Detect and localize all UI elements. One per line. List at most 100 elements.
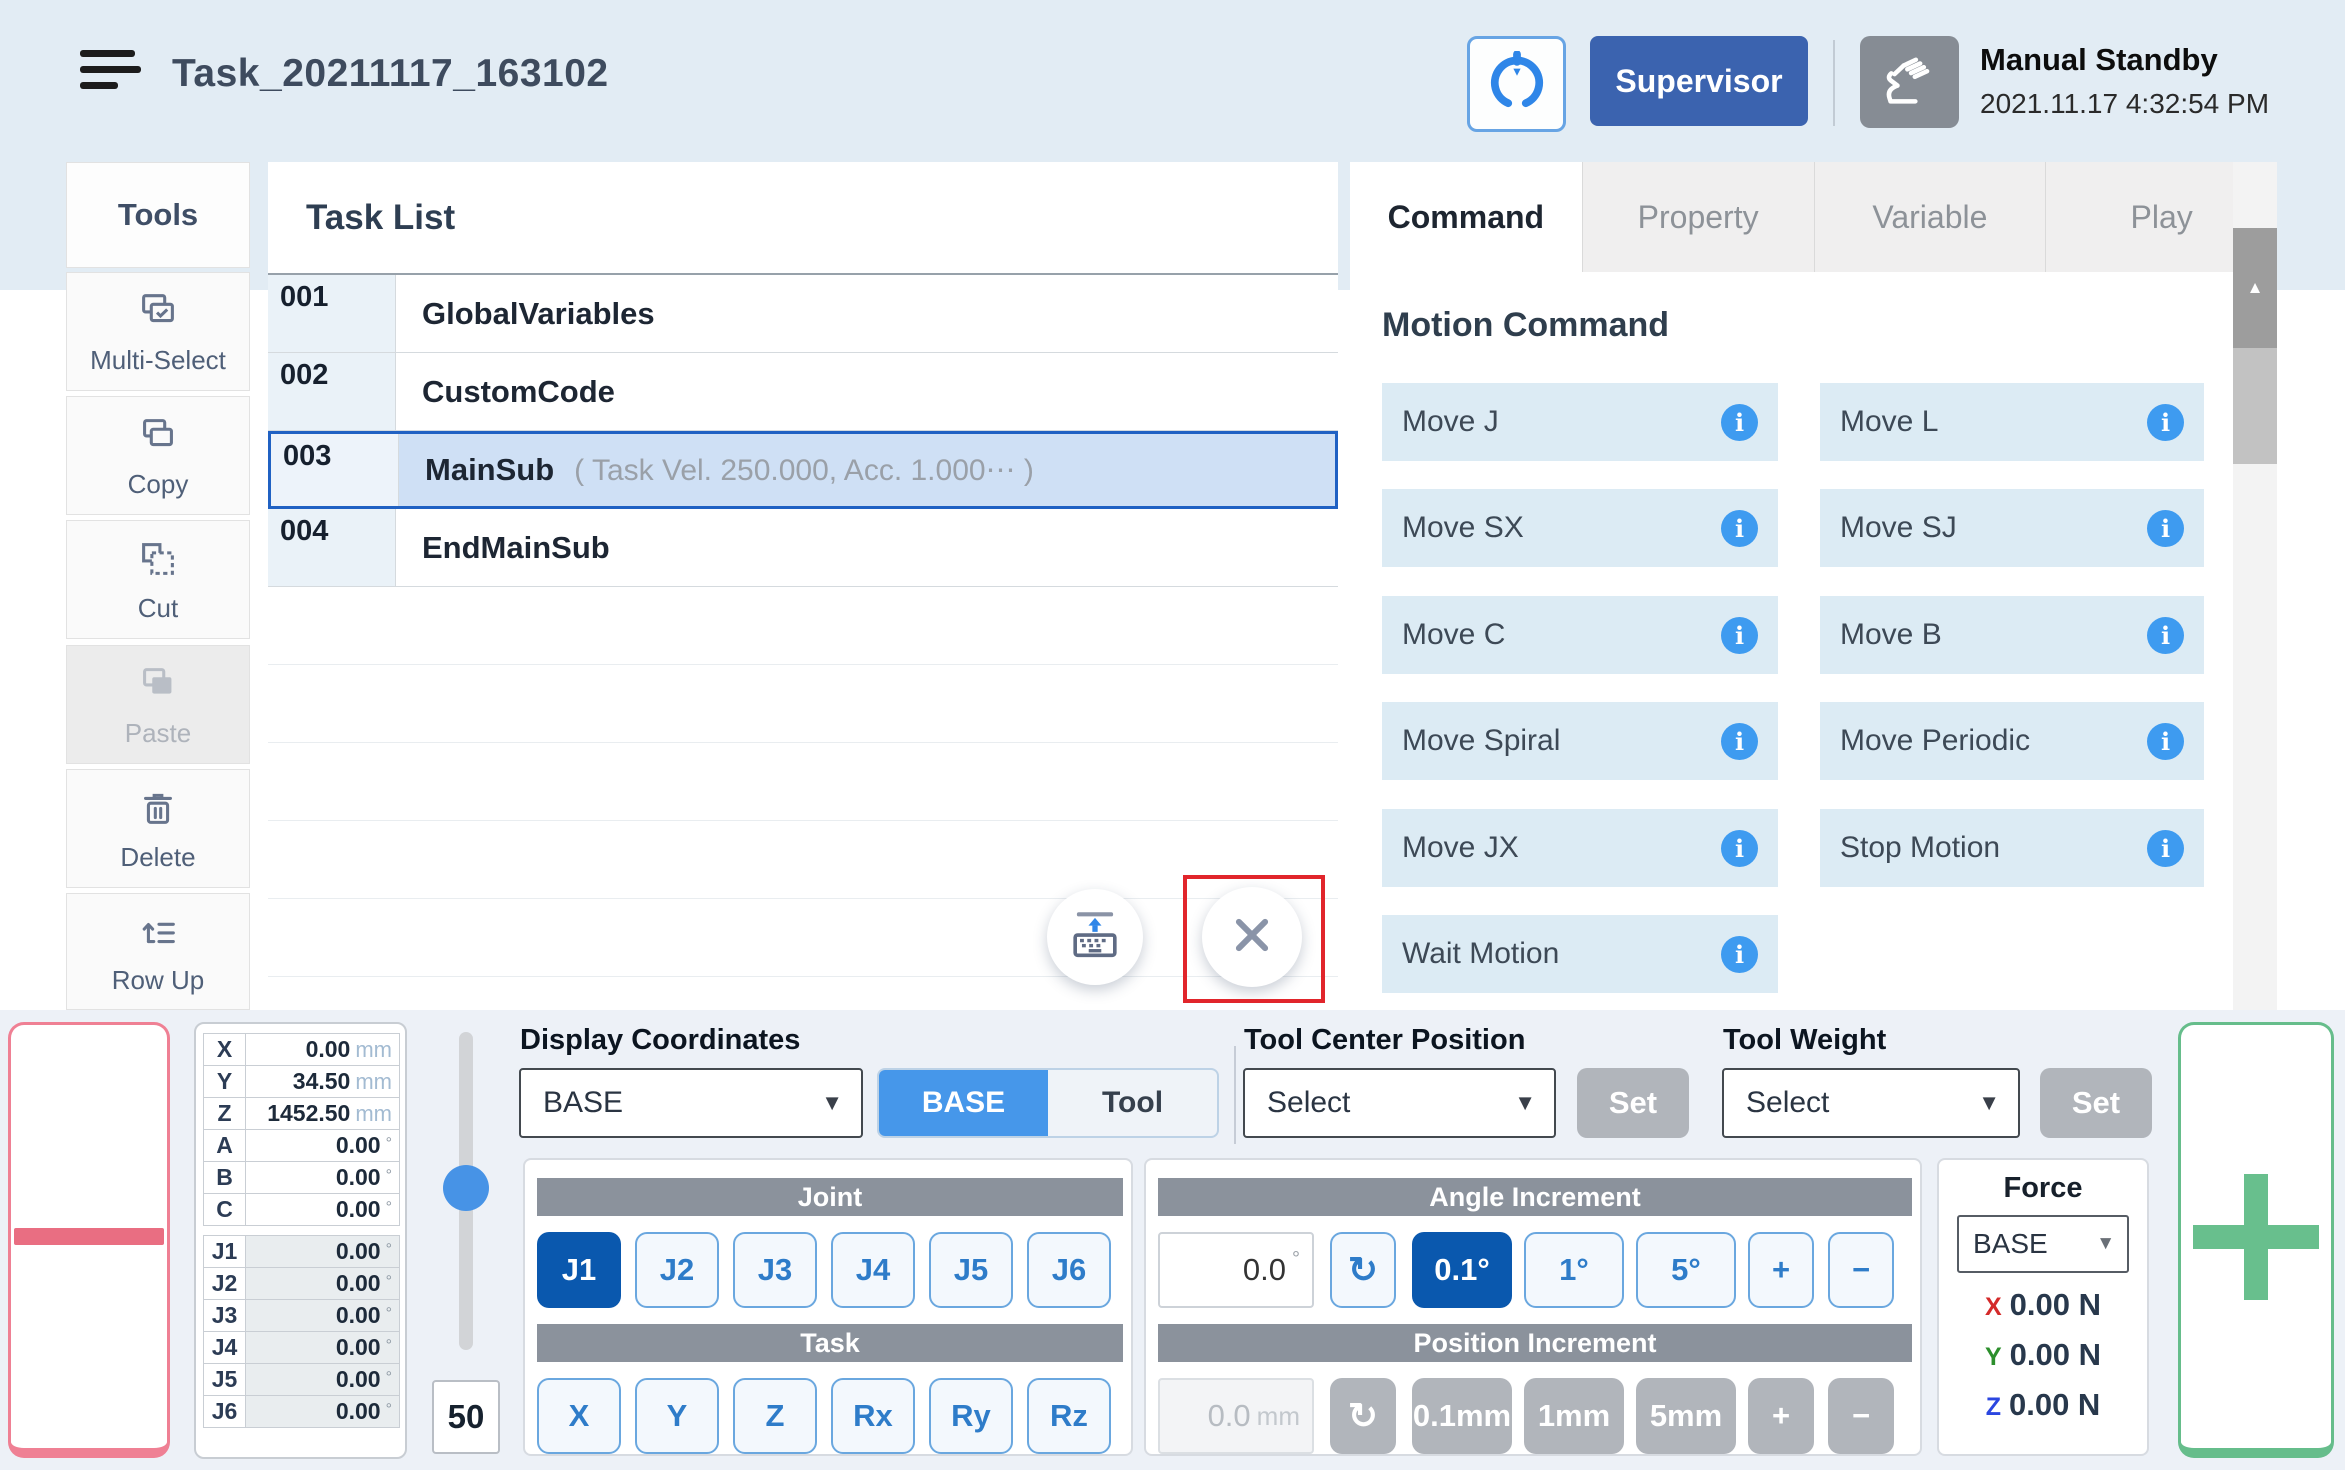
joint-header: Joint bbox=[537, 1178, 1123, 1216]
tool-delete[interactable]: Delete bbox=[66, 769, 250, 888]
info-icon[interactable]: i bbox=[2147, 404, 2184, 441]
scroll-up-icon[interactable]: ▲ bbox=[2233, 228, 2277, 348]
jog-axis-j4[interactable]: J4 bbox=[831, 1232, 915, 1308]
info-icon[interactable]: i bbox=[1721, 723, 1758, 760]
command-move-sj[interactable]: Move SJ i bbox=[1820, 489, 2204, 567]
tab-property[interactable]: Property bbox=[1582, 162, 1814, 272]
hamburger-menu-icon[interactable] bbox=[80, 50, 142, 98]
row-up-icon bbox=[135, 908, 181, 959]
tab-variable[interactable]: Variable bbox=[1814, 162, 2046, 272]
info-icon[interactable]: i bbox=[1721, 617, 1758, 654]
supervisor-button[interactable]: Supervisor bbox=[1590, 36, 1808, 126]
coord-label: J4 bbox=[204, 1332, 246, 1363]
task-row-name: GlobalVariables bbox=[422, 296, 655, 332]
angle-increment-input[interactable]: 0.0 ° bbox=[1158, 1232, 1314, 1308]
jog-axis-rx[interactable]: Rx bbox=[831, 1378, 915, 1454]
info-icon[interactable]: i bbox=[2147, 723, 2184, 760]
angle-increment-5[interactable]: 5° bbox=[1636, 1232, 1736, 1308]
info-icon[interactable]: i bbox=[2147, 510, 2184, 547]
angle-increment-plus-button[interactable]: + bbox=[1748, 1232, 1814, 1308]
tool-cut[interactable]: Cut bbox=[66, 520, 250, 639]
tool-label: Multi-Select bbox=[90, 345, 226, 376]
task-row[interactable]: 004 EndMainSub bbox=[268, 509, 1338, 587]
virtual-keyboard-button[interactable] bbox=[1047, 889, 1143, 985]
display-coordinates-dropdown[interactable]: BASE ▼ bbox=[519, 1068, 863, 1138]
speed-slider-thumb[interactable] bbox=[443, 1165, 489, 1211]
tool-copy[interactable]: Copy bbox=[66, 396, 250, 515]
task-row-detail: ( Task Vel. 250.000, Acc. 1.000⋯ ) bbox=[574, 453, 1034, 488]
coord-label: B bbox=[204, 1162, 246, 1193]
info-icon[interactable]: i bbox=[2147, 830, 2184, 867]
command-scrollbar-thumb[interactable] bbox=[2233, 348, 2277, 464]
command-label: Move L bbox=[1840, 405, 2147, 439]
coord-value: 0.00 bbox=[336, 1366, 381, 1393]
coord-unit: ° bbox=[386, 1273, 392, 1291]
coord-label: J6 bbox=[204, 1396, 246, 1427]
task-row-selected[interactable]: 003 MainSub ( Task Vel. 250.000, Acc. 1.… bbox=[268, 431, 1338, 509]
jog-axis-x[interactable]: X bbox=[537, 1378, 621, 1454]
jog-axis-rz[interactable]: Rz bbox=[1027, 1378, 1111, 1454]
position-increment-header: Position Increment bbox=[1158, 1324, 1912, 1362]
command-move-l[interactable]: Move L i bbox=[1820, 383, 2204, 461]
coord-value: 0.00 bbox=[336, 1164, 381, 1191]
tool-center-position-dropdown[interactable]: Select ▼ bbox=[1243, 1068, 1556, 1138]
jog-axis-j3[interactable]: J3 bbox=[733, 1232, 817, 1308]
task-row[interactable]: 001 GlobalVariables bbox=[268, 275, 1338, 353]
tool-label: Row Up bbox=[112, 965, 204, 996]
info-icon[interactable]: i bbox=[1721, 936, 1758, 973]
command-label: Move SJ bbox=[1840, 511, 2147, 545]
coord-unit: ° bbox=[386, 1401, 392, 1419]
info-icon[interactable]: i bbox=[1721, 404, 1758, 441]
tool-weight-set-button[interactable]: Set bbox=[2040, 1068, 2152, 1138]
angle-increment-minus-button[interactable]: − bbox=[1828, 1232, 1894, 1308]
chevron-down-icon: ▼ bbox=[1514, 1090, 1536, 1116]
gripper-tool-button[interactable] bbox=[1467, 36, 1566, 132]
joint-task-jog-card: Joint J1 J2 J3 J4 J5 J6 Task X Y Z Rx Ry… bbox=[523, 1158, 1133, 1456]
jog-axis-z[interactable]: Z bbox=[733, 1378, 817, 1454]
copy-icon bbox=[135, 412, 181, 463]
command-label: Move Spiral bbox=[1402, 724, 1721, 758]
info-icon[interactable]: i bbox=[1721, 510, 1758, 547]
command-move-j[interactable]: Move J i bbox=[1382, 383, 1778, 461]
jog-minus-button[interactable] bbox=[8, 1022, 170, 1458]
jog-axis-j2[interactable]: J2 bbox=[635, 1232, 719, 1308]
jog-axis-j5[interactable]: J5 bbox=[929, 1232, 1013, 1308]
force-y-readout: Y0.00 N bbox=[1939, 1337, 2147, 1373]
coord-value: 34.50 bbox=[293, 1068, 351, 1095]
force-frame-dropdown[interactable]: BASE ▼ bbox=[1957, 1215, 2129, 1273]
info-icon[interactable]: i bbox=[2147, 617, 2184, 654]
info-icon[interactable]: i bbox=[1721, 830, 1758, 867]
angle-increment-reset-button[interactable]: ↻ bbox=[1330, 1232, 1396, 1308]
command-move-spiral[interactable]: Move Spiral i bbox=[1382, 702, 1778, 780]
angle-increment-1[interactable]: 1° bbox=[1524, 1232, 1624, 1308]
jog-plus-button[interactable] bbox=[2178, 1022, 2334, 1458]
command-label: Stop Motion bbox=[1840, 831, 2147, 865]
command-move-c[interactable]: Move C i bbox=[1382, 596, 1778, 674]
toggle-tool[interactable]: Tool bbox=[1048, 1070, 1217, 1136]
jog-axis-j1[interactable]: J1 bbox=[537, 1232, 621, 1308]
coord-unit: ° bbox=[386, 1369, 392, 1387]
command-move-sx[interactable]: Move SX i bbox=[1382, 489, 1778, 567]
jog-axis-j6[interactable]: J6 bbox=[1027, 1232, 1111, 1308]
tool-row-up[interactable]: Row Up bbox=[66, 893, 250, 1010]
tab-command[interactable]: Command bbox=[1350, 162, 1582, 272]
task-row[interactable]: 002 CustomCode bbox=[268, 353, 1338, 431]
command-move-b[interactable]: Move B i bbox=[1820, 596, 2204, 674]
tool-center-position-set-button[interactable]: Set bbox=[1577, 1068, 1689, 1138]
command-wait-motion[interactable]: Wait Motion i bbox=[1382, 915, 1778, 993]
jog-axis-y[interactable]: Y bbox=[635, 1378, 719, 1454]
command-stop-motion[interactable]: Stop Motion i bbox=[1820, 809, 2204, 887]
coord-label: J3 bbox=[204, 1300, 246, 1331]
manual-mode-button[interactable] bbox=[1860, 36, 1959, 128]
force-axis-value: 0.00 N bbox=[2010, 1337, 2101, 1372]
command-move-jx[interactable]: Move JX i bbox=[1382, 809, 1778, 887]
force-z-readout: Z0.00 N bbox=[1939, 1387, 2147, 1423]
tool-multi-select[interactable]: Multi-Select bbox=[66, 272, 250, 391]
jog-axis-ry[interactable]: Ry bbox=[929, 1378, 1013, 1454]
tool-weight-dropdown[interactable]: Select ▼ bbox=[1722, 1068, 2020, 1138]
angle-increment-0p1[interactable]: 0.1° bbox=[1412, 1232, 1512, 1308]
command-move-periodic[interactable]: Move Periodic i bbox=[1820, 702, 2204, 780]
keyboard-icon bbox=[1066, 906, 1124, 969]
speed-value-box[interactable]: 50 bbox=[432, 1380, 500, 1454]
toggle-base[interactable]: BASE bbox=[879, 1070, 1048, 1136]
